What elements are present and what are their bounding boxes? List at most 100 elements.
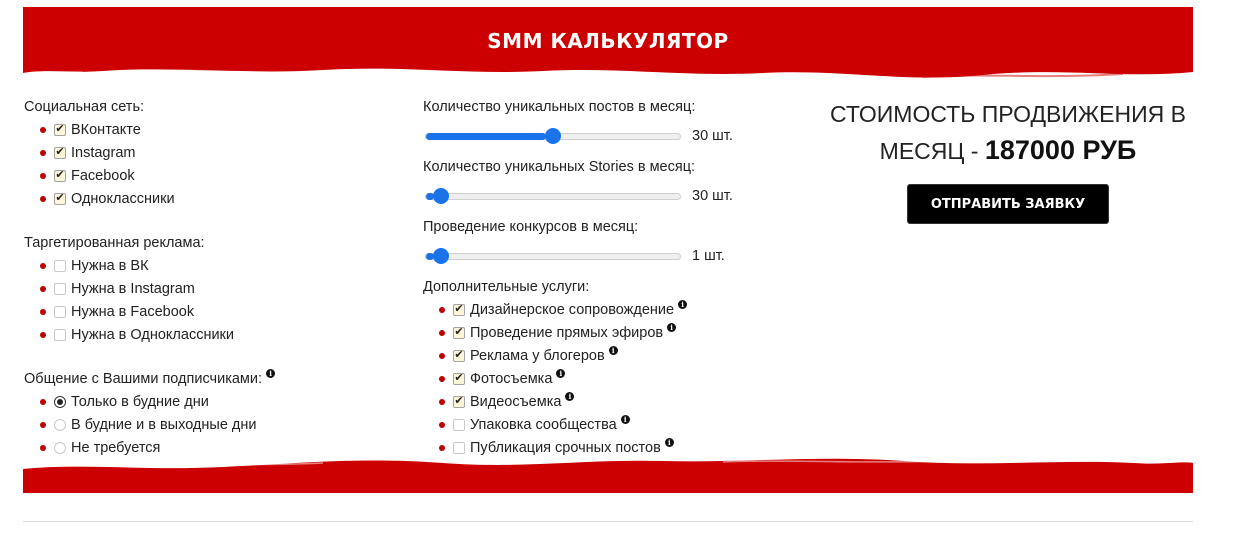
range-slider[interactable]: 1 шт. [423, 238, 803, 275]
bullet [439, 398, 445, 405]
checkbox-label: ВКонтакте [71, 121, 141, 138]
social-network-title: Социальная сеть: [24, 98, 145, 115]
radio-option[interactable]: В будние и в выходные дни [24, 413, 404, 436]
range-slider[interactable]: 30 шт. [423, 178, 803, 215]
price-caption: СТОИМОСТЬ ПРОДВИЖЕНИЯ В [830, 101, 1186, 127]
header-banner: SMM КАЛЬКУЛЯТОР [23, 7, 1193, 83]
slider-title: Количество уникальных Stories в месяц: [423, 158, 696, 175]
check-icon: ✔ [454, 326, 464, 338]
checkbox[interactable]: ✔ [453, 372, 465, 385]
footer-band [23, 458, 1193, 493]
checkbox-label: Упаковка сообщества [470, 416, 617, 433]
bullet [40, 172, 46, 179]
list-item[interactable]: Нужна в Одноклассники [24, 323, 404, 346]
list-item[interactable]: ✔ Дизайнерское сопровождение i [423, 298, 803, 321]
checkbox[interactable]: ✔ [54, 169, 66, 182]
checkbox-label: Видеосъемка [470, 393, 562, 410]
radio-label: Не требуется [71, 439, 161, 456]
list-item[interactable]: ✔ Одноклассники [24, 187, 404, 210]
check-icon: ✔ [454, 395, 464, 407]
list-item[interactable]: Нужна в Instagram [24, 277, 404, 300]
info-icon[interactable]: i [667, 323, 677, 332]
slider-title: Количество уникальных постов в месяц: [423, 98, 696, 115]
list-item[interactable]: ✔ Фотосъемка i [423, 367, 803, 390]
price-line: МЕСЯЦ - 187000 РУБ [818, 131, 1198, 170]
checkbox-label: Нужна в Facebook [71, 303, 195, 320]
info-icon[interactable]: i [565, 392, 575, 401]
list-item[interactable]: Упаковка сообщества i [423, 413, 803, 436]
bullet [40, 444, 46, 451]
checkbox[interactable] [453, 441, 465, 454]
page-title: SMM КАЛЬКУЛЯТОР [487, 29, 729, 53]
info-icon[interactable]: i [608, 346, 618, 355]
info-icon[interactable]: i [678, 300, 688, 309]
bullet [40, 195, 46, 202]
slider-value: 1 шт. [692, 248, 725, 264]
checkbox-label: Нужна в ВК [71, 257, 149, 274]
middle-column: Количество уникальных постов в месяц: 30 … [423, 95, 803, 459]
submit-request-button[interactable]: ОТПРАВИТЬ ЗАЯВКУ [907, 184, 1109, 224]
extras-title: Дополнительные услуги: [423, 278, 590, 295]
info-icon[interactable]: i [664, 438, 674, 447]
checkbox[interactable]: ✔ [54, 146, 66, 159]
slider-thumb[interactable] [433, 188, 449, 204]
checkbox[interactable] [54, 305, 66, 318]
checkbox-label: Instagram [71, 144, 136, 161]
list-item[interactable]: ✔ Реклама у блогеров i [423, 344, 803, 367]
list-item[interactable]: ✔ ВКонтакте [24, 118, 404, 141]
bullet [439, 306, 445, 313]
radio-button[interactable] [54, 395, 66, 408]
list-item[interactable]: ✔ Instagram [24, 141, 404, 164]
slider-thumb[interactable] [433, 248, 449, 264]
slider-track[interactable] [425, 193, 681, 200]
bullet [40, 331, 46, 338]
check-icon: ✔ [55, 123, 65, 135]
checkbox[interactable] [54, 259, 66, 272]
list-item[interactable]: Нужна в ВК [24, 254, 404, 277]
check-icon: ✔ [55, 192, 65, 204]
list-item[interactable]: Нужна в Facebook [24, 300, 404, 323]
communication-title-label: Общение с Вашими подписчиками: [24, 370, 263, 387]
checkbox[interactable] [453, 418, 465, 431]
slider-track[interactable] [425, 253, 681, 260]
checkbox[interactable]: ✔ [54, 192, 66, 205]
result-panel: СТОИМОСТЬ ПРОДВИЖЕНИЯ В МЕСЯЦ - 187000 Р… [818, 95, 1198, 224]
checkbox-label: Нужна в Одноклассники [71, 326, 234, 343]
info-icon[interactable]: i [620, 415, 630, 424]
radio-dot [57, 398, 63, 405]
checkbox[interactable]: ✔ [54, 123, 66, 136]
bullet [40, 285, 46, 292]
price-caption-suffix: МЕСЯЦ - [879, 138, 985, 164]
checkbox-label: Фотосъемка [470, 370, 553, 387]
info-icon[interactable]: i [266, 369, 276, 378]
checkbox-label: Дизайнерское сопровождение [470, 301, 675, 318]
list-item[interactable]: ✔ Facebook [24, 164, 404, 187]
checkbox[interactable]: ✔ [453, 303, 465, 316]
check-icon: ✔ [454, 303, 464, 315]
checkbox-label: Нужна в Instagram [71, 280, 195, 297]
bullet [40, 149, 46, 156]
radio-label: Только в будние дни [71, 393, 209, 410]
radio-button[interactable] [54, 418, 66, 431]
info-icon[interactable]: i [556, 369, 566, 378]
radio-option[interactable]: Только в будние дни [24, 390, 404, 413]
checkbox[interactable]: ✔ [453, 395, 465, 408]
slider-value: 30 шт. [692, 188, 733, 204]
price-value: 187000 РУБ [984, 135, 1137, 165]
checkbox[interactable]: ✔ [453, 326, 465, 339]
slider-thumb[interactable] [545, 128, 561, 144]
left-column: Социальная сеть: ✔ ВКонтакте ✔ Instagram ✔ Fa… [24, 95, 404, 459]
checkbox[interactable]: ✔ [453, 349, 465, 362]
checkbox[interactable] [54, 282, 66, 295]
bullet [439, 375, 445, 382]
bullet [439, 352, 445, 359]
radio-button[interactable] [54, 441, 66, 454]
range-slider[interactable]: 30 шт. [423, 118, 803, 155]
communication-title: Общение с Вашими подписчиками: i [24, 367, 404, 390]
list-item[interactable]: ✔ Видеосъемка i [423, 390, 803, 413]
page-divider [23, 521, 1193, 522]
slider-title: Проведение конкурсов в месяц: [423, 218, 639, 235]
checkbox-label: Facebook [71, 167, 135, 184]
list-item[interactable]: ✔ Проведение прямых эфиров i [423, 321, 803, 344]
checkbox[interactable] [54, 328, 66, 341]
